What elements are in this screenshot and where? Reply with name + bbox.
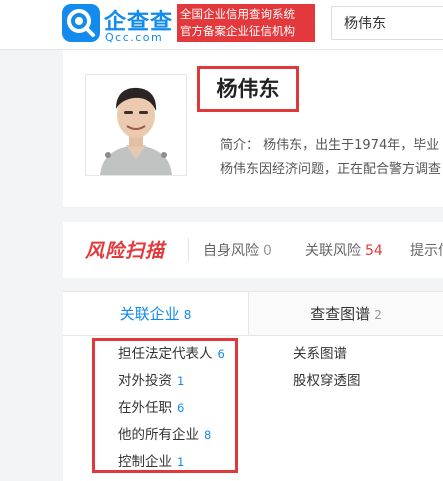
list-item-count: 1	[177, 374, 185, 388]
search-box[interactable]	[331, 6, 443, 40]
slogan-badge: 全国企业信用查询系统 官方备案企业征信机构	[177, 4, 315, 42]
relations-panel: 关联企业 8 查查图谱 2 担任法定代表人 6 对外投资 1 在外任职 6 他的所有企业 8…	[63, 291, 443, 481]
list-item[interactable]: 控制企业 1	[118, 452, 248, 479]
avatar	[85, 74, 187, 176]
person-name: 杨伟东	[216, 77, 280, 101]
qcc-logo-icon	[62, 4, 100, 42]
list-item-label: 对外投资	[118, 373, 172, 389]
risk-divider	[188, 238, 189, 262]
list-item[interactable]: 对外投资 1	[118, 371, 248, 398]
related-risk-label: 关联风险	[305, 243, 361, 259]
graph-list: 关系图谱 股权穿透图	[293, 344, 361, 398]
logo-domain: Qcc.com	[105, 31, 164, 44]
list-item[interactable]: 他的所有企业 8	[118, 425, 248, 452]
tab-related-companies-count: 8	[183, 308, 192, 322]
tab-qcc-graph-count: 2	[374, 308, 382, 322]
tab-qcc-graph-label: 查查图谱	[310, 305, 371, 323]
bio: 简介： 杨伟东，出生于1974年，毕业 杨伟东因经济问题，正在配合警方调查	[220, 134, 443, 182]
related-risk-link[interactable]: 关联风险 54	[305, 240, 383, 260]
equity-penetration-link[interactable]: 股权穿透图	[293, 371, 361, 398]
profile-card: 杨伟东 简介： 杨伟东，出生于1974年，毕业 杨伟东因经济问题，正在配合警方调…	[63, 50, 443, 208]
slogan-line-2: 官方备案企业征信机构	[180, 24, 295, 38]
list-item[interactable]: 担任法定代表人 6	[118, 344, 248, 371]
related-risk-count: 54	[365, 243, 383, 259]
list-item-count: 6	[177, 401, 185, 415]
name-highlight-box: 杨伟东	[197, 66, 299, 112]
risk-scan-bar: 风险扫描 自身风险0 关联风险54 提示信	[63, 222, 443, 278]
risk-scan-logo: 风险扫描	[85, 240, 166, 262]
list-item-count: 6	[217, 347, 225, 361]
site-logo[interactable]: 企查查 Qcc.com	[62, 4, 174, 44]
list-item-count: 1	[177, 455, 185, 469]
bio-line-2: 杨伟东因经济问题，正在配合警方调查	[220, 162, 442, 177]
related-companies-list: 担任法定代表人 6 对外投资 1 在外任职 6 他的所有企业 8 控制企业 1	[118, 344, 248, 479]
list-item[interactable]: 在外任职 6	[118, 398, 248, 425]
list-item-label: 在外任职	[118, 400, 172, 416]
list-item-label: 控制企业	[118, 454, 172, 470]
tab-qcc-graph[interactable]: 查查图谱 2	[248, 292, 443, 336]
search-input[interactable]	[332, 7, 443, 39]
list-item-label: 担任法定代表人	[118, 346, 213, 362]
bio-line-1: 简介： 杨伟东，出生于1974年，毕业	[220, 138, 440, 153]
list-item-label: 他的所有企业	[118, 427, 199, 443]
tab-related-companies-label: 关联企业	[119, 305, 180, 323]
self-risk-link[interactable]: 自身风险 0	[203, 240, 272, 260]
hint-link[interactable]: 提示信	[410, 240, 443, 260]
slogan-line-1: 全国企业信用查询系统	[180, 7, 295, 21]
list-item-count: 8	[204, 428, 212, 442]
tab-related-companies[interactable]: 关联企业 8	[63, 292, 248, 336]
self-risk-label: 自身风险	[203, 243, 259, 259]
hint-label: 提示信	[410, 243, 443, 259]
site-header: 企查查 Qcc.com 全国企业信用查询系统 官方备案企业征信机构	[0, 0, 443, 50]
self-risk-count: 0	[263, 243, 272, 259]
person-profile-page: 企查查 Qcc.com 全国企业信用查询系统 官方备案企业征信机构 杨伟东 杨伟…	[0, 0, 443, 481]
relation-graph-link[interactable]: 关系图谱	[293, 344, 361, 371]
